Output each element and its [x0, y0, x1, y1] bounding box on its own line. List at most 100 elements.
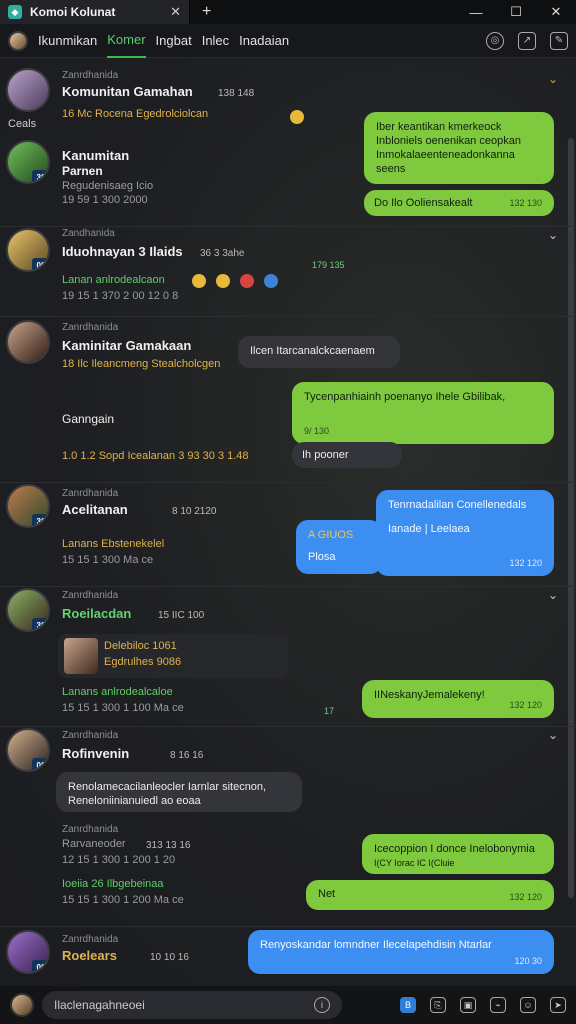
- chevron-down-icon[interactable]: ⌄: [548, 228, 558, 242]
- new-tab-button[interactable]: +: [202, 3, 211, 21]
- message-counts: 8 10 2120: [172, 506, 217, 517]
- reply-bubble[interactable]: Net 132 120: [306, 880, 554, 910]
- message-bubble[interactable]: IINeskanyJemalekeny! 132 120: [362, 680, 554, 718]
- emoji-icon[interactable]: [290, 110, 304, 124]
- sender-name[interactable]: Rofinvenin: [62, 746, 129, 761]
- bubble-text: Ilcen Itarcanalckcaenaem: [250, 345, 375, 357]
- avatar[interactable]: 30: [6, 588, 50, 632]
- chip-text: A GIUOS: [308, 529, 354, 541]
- message-meta: Zanrdhanida: [62, 322, 119, 333]
- input-placeholder: Ilaclenagahneoei: [54, 998, 145, 1012]
- chevron-down-icon[interactable]: ⌄: [548, 728, 558, 742]
- bubble-text: IINeskanyJemalekeny!: [374, 689, 485, 701]
- message-sub: Lanans anlrodealcaloe: [62, 686, 173, 698]
- window-close-button[interactable]: ✕: [536, 0, 576, 24]
- message-line-2: 15 15 1 300 1 200 Ma ce: [62, 894, 184, 906]
- sender-name[interactable]: Roeilacdan: [62, 606, 131, 621]
- chip-bubble[interactable]: Ih pooner: [292, 442, 402, 468]
- nav-tab-0[interactable]: Ikunmikan: [38, 24, 97, 58]
- avatar[interactable]: 00: [6, 930, 50, 974]
- message-meta: Zanrdhanida: [62, 70, 119, 81]
- sender-name[interactable]: Kanumitan: [62, 148, 129, 163]
- message-meta: Zanrdhanida: [62, 488, 119, 499]
- emoji-picker-icon[interactable]: ☺: [520, 997, 536, 1013]
- sender-name-secondary: Ganngain: [62, 412, 115, 426]
- message-bubble[interactable]: Iber keantikan kmerkeock Inbloniels oene…: [364, 112, 554, 184]
- message-sub-2: 19 59 1 300 2000: [62, 194, 148, 206]
- nav-tabs: Ikunmikan Komer Ingbat Inlec Inadaian: [38, 24, 289, 58]
- app-logo-icon: ◆: [8, 5, 22, 19]
- send-icon[interactable]: ➤: [550, 997, 566, 1013]
- quote-bubble[interactable]: Renolamecacilanleocler Iarnlar sitecnon,…: [56, 772, 302, 812]
- sender-name[interactable]: Kaminitar Gamakaan: [62, 338, 191, 353]
- browser-tab[interactable]: ◆ Komoi Kolunat ✕: [0, 0, 190, 24]
- chip-text: Ih pooner: [302, 449, 349, 461]
- tab-close-icon[interactable]: ✕: [170, 4, 181, 20]
- link-icon[interactable]: ⌁: [490, 997, 506, 1013]
- message-row: 30 Zanrdhanida Roeilacdan 15 IIC 100 Del…: [0, 588, 576, 724]
- chat-area[interactable]: Zanrdhanida Komunitan Gamahan 138 148 16…: [0, 58, 576, 986]
- emoji-icon[interactable]: [216, 274, 230, 288]
- composer-avatar[interactable]: [10, 993, 34, 1017]
- bold-icon[interactable]: B: [400, 997, 416, 1013]
- message-sub: Lanans Ebstenekelel: [62, 538, 165, 550]
- message-bubble[interactable]: Icecoppion I donce Inelobonymia I(CY Ior…: [362, 834, 554, 874]
- message-counts: 8 16 16: [170, 750, 204, 761]
- emoji-icon[interactable]: [264, 274, 278, 288]
- message-bubble[interactable]: Renyoskandar lomndner Ilecelapehdisin Nt…: [248, 930, 554, 974]
- message-input[interactable]: Ilaclenagahneoei i: [42, 991, 342, 1019]
- avatar[interactable]: 30: [6, 140, 50, 184]
- bubble-text: Icecoppion I donce Inelobonymia: [374, 843, 535, 855]
- message-sub-2: 19 15 1 370 2 00 12 0 8: [62, 290, 179, 302]
- bubble-text: Tycenpanhiainh poenanyo Ihele Gbilibak,: [304, 391, 506, 403]
- message-line: 1.0 1.2 Sopd Icealanan 3 93 30 3 1.48: [62, 450, 249, 462]
- divider: [0, 316, 576, 317]
- nav-tab-2[interactable]: Ingbat: [156, 24, 192, 58]
- user-avatar[interactable]: [8, 30, 28, 51]
- minimize-button[interactable]: —: [456, 0, 496, 24]
- avatar[interactable]: 00: [6, 728, 50, 772]
- bubble-sub: Ianade | Leelaea: [388, 523, 470, 535]
- message-meta: Zanrdhanida: [62, 590, 119, 601]
- message-bubble[interactable]: Tycenpanhiainh poenanyo Ihele Gbilibak, …: [292, 382, 554, 444]
- message-sub-2: 12 15 1 300 1 200 1 20: [62, 854, 176, 866]
- bubble-time: 120 30: [514, 956, 542, 966]
- share-icon[interactable]: ↗: [518, 31, 536, 50]
- message-counts: 10 10 16: [150, 952, 189, 963]
- message-counts-2: 313 13 16: [146, 840, 191, 851]
- attach-icon[interactable]: ⎘: [430, 997, 446, 1013]
- message-row: 00 Zanrdhanida Roelears 10 10 16 Renyosk…: [0, 930, 576, 986]
- sender-name[interactable]: Iduohnayan 3 Ilaids: [62, 244, 183, 259]
- edit-icon[interactable]: ✎: [550, 31, 568, 50]
- message-meta: Zanrdhanida: [62, 934, 119, 945]
- message-bubble[interactable]: A GIUOS Plosa: [296, 520, 382, 574]
- reply-bubble[interactable]: Do Ilo Ooliensakealt 132 130: [364, 190, 554, 216]
- profile-card[interactable]: Delebiloc 1061 Egdrulhes 9086: [58, 634, 288, 678]
- sender-name[interactable]: Komunitan Gamahan: [62, 84, 193, 99]
- sender-name-secondary: Parnen: [62, 164, 103, 178]
- emoji-icon[interactable]: [240, 274, 254, 288]
- message-bubble[interactable]: Tenrnadalilan Conellenedals Ianade | Lee…: [376, 490, 554, 576]
- composer: Ilaclenagahneoei i B ⎘ ▣ ⌁ ☺ ➤: [0, 986, 576, 1024]
- message-bubble[interactable]: Ilcen Itarcanalckcaenaem: [238, 336, 400, 368]
- avatar[interactable]: [6, 68, 50, 112]
- divider: [0, 926, 576, 927]
- nav-tab-1[interactable]: Komer: [107, 24, 146, 58]
- globe-icon[interactable]: ◎: [486, 31, 504, 50]
- nav-tab-4[interactable]: Inadaian: [239, 24, 289, 58]
- toolbar: Ikunmikan Komer Ingbat Inlec Inadaian ◎ …: [0, 24, 576, 58]
- chevron-down-icon[interactable]: ⌄: [548, 72, 558, 86]
- reply-time: 132 130: [509, 198, 542, 208]
- sender-name[interactable]: Acelitanan: [62, 502, 128, 517]
- avatar[interactable]: [6, 320, 50, 364]
- avatar[interactable]: 30: [6, 484, 50, 528]
- maximize-button[interactable]: ☐: [496, 0, 536, 24]
- nav-tab-3[interactable]: Inlec: [202, 24, 229, 58]
- message-row: Zanrdhanida Kaminitar Gamakaan 18 Ilc Il…: [0, 320, 576, 480]
- info-icon[interactable]: i: [314, 997, 330, 1013]
- sender-name[interactable]: Roelears: [62, 948, 117, 963]
- emoji-icon[interactable]: [192, 274, 206, 288]
- avatar[interactable]: 00: [6, 228, 50, 272]
- chevron-down-icon[interactable]: ⌄: [548, 588, 558, 602]
- image-icon[interactable]: ▣: [460, 997, 476, 1013]
